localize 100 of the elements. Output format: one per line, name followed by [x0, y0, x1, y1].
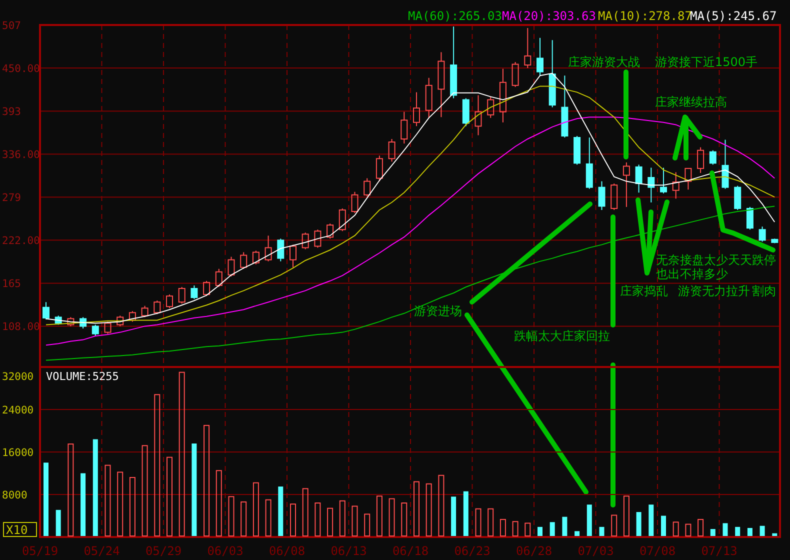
annotation-text: 无奈接盘太少天天跌停 [656, 253, 776, 267]
candlestick [302, 232, 309, 250]
axis-label: 507 [2, 20, 21, 32]
candlestick [499, 68, 506, 123]
candlestick [672, 172, 680, 200]
candlestick [413, 92, 420, 127]
volume-label: VOLUME:5255 [46, 370, 119, 383]
legend-label: MA(10):278.87 [598, 9, 692, 23]
volume-bar [265, 499, 272, 536]
annotation-text: 游资接下近1500手 [655, 55, 758, 69]
volume-bar [252, 482, 259, 536]
date-label: 07/03 [578, 544, 614, 558]
volume-bar [488, 508, 494, 536]
axis-label: 279 [2, 192, 21, 204]
volume-bar [710, 529, 716, 536]
annotation-text: 游资进场 [414, 304, 462, 318]
scale-badge: X10 [3, 522, 37, 537]
volume-bar [451, 496, 456, 536]
axis-label: 16000 [2, 447, 34, 459]
axis-label: 393 [2, 106, 21, 118]
volume-bar [698, 518, 704, 536]
candlestick [154, 300, 161, 315]
volume-bar [672, 522, 679, 536]
volume-bar [772, 533, 778, 536]
volume-bar [352, 506, 358, 536]
volume-bar [339, 500, 346, 536]
candlestick [474, 94, 482, 136]
candlestick [203, 280, 210, 297]
candlestick [376, 155, 383, 182]
volume-bar [512, 521, 518, 536]
candlestick [512, 62, 519, 88]
volume-bar [524, 522, 531, 536]
volume-bar [117, 472, 124, 536]
candlestick [264, 235, 272, 262]
axis-label: 24000 [2, 404, 34, 416]
volume-bar [216, 470, 222, 536]
volume-bar [290, 504, 296, 536]
volume-bar [463, 491, 468, 536]
candlestick [548, 40, 556, 108]
candlestick [622, 162, 630, 208]
volume-bar [574, 531, 580, 536]
candlestick [190, 284, 198, 300]
candlestick [574, 135, 581, 166]
candlestick [54, 315, 62, 326]
candlestick [364, 178, 371, 197]
date-label: 06/13 [330, 544, 367, 558]
volume-bar [685, 524, 692, 536]
volume-bar [611, 514, 618, 536]
candlestick [586, 137, 593, 190]
candlestick [734, 185, 742, 210]
annotation-text: 庄家捣乱 [620, 284, 668, 298]
candlestick [462, 98, 470, 127]
candlestick [141, 305, 148, 318]
volume-bar [586, 504, 592, 536]
candlestick [648, 167, 655, 203]
candlestick [684, 168, 692, 190]
volume-bar [314, 502, 321, 536]
volume-bar [388, 498, 395, 536]
volume-bar [228, 496, 234, 536]
volume-bar [722, 523, 728, 536]
candlestick [67, 316, 74, 327]
volume-bar [240, 501, 247, 536]
candlestick [92, 324, 99, 337]
volume-bar [56, 510, 61, 536]
candlestick [635, 164, 642, 194]
date-label: 06/08 [268, 544, 306, 558]
volume-bar [80, 473, 86, 536]
date-label: 06/18 [392, 544, 429, 558]
candlestick [314, 229, 322, 248]
candlestick [338, 208, 346, 232]
candlestick [438, 52, 445, 118]
date-label: 05/29 [145, 544, 182, 558]
volume-bar [401, 502, 408, 536]
volume-bar [278, 486, 284, 536]
volume-bar [562, 516, 568, 536]
candlestick [388, 138, 396, 162]
candlestick [697, 146, 704, 174]
annotation-text: 割肉 [752, 284, 776, 298]
candlestick [290, 244, 296, 268]
candlestick [536, 37, 544, 76]
candlestick [400, 111, 408, 144]
date-label: 06/28 [516, 544, 552, 558]
candlestick [487, 96, 494, 118]
volume-bar [426, 483, 432, 536]
candlestick [425, 77, 432, 118]
candlestick [351, 191, 358, 214]
legend-label: MA(60):265.03 [408, 9, 502, 23]
candlestick [215, 268, 222, 288]
legend-label: MA(20):303.63 [502, 9, 596, 23]
candlestick [524, 28, 532, 69]
date-label: 05/19 [22, 544, 58, 558]
legend-label: MA(5):245.67 [690, 9, 777, 23]
volume-bar [747, 528, 752, 536]
volume-bar [129, 477, 136, 536]
volume-bar [550, 522, 555, 536]
volume-bar [760, 526, 765, 536]
candlestick [104, 321, 112, 334]
candlestick [277, 238, 284, 262]
axis-label: 32000 [2, 371, 34, 383]
annotation-text: 也出不掉多少 [656, 267, 728, 281]
